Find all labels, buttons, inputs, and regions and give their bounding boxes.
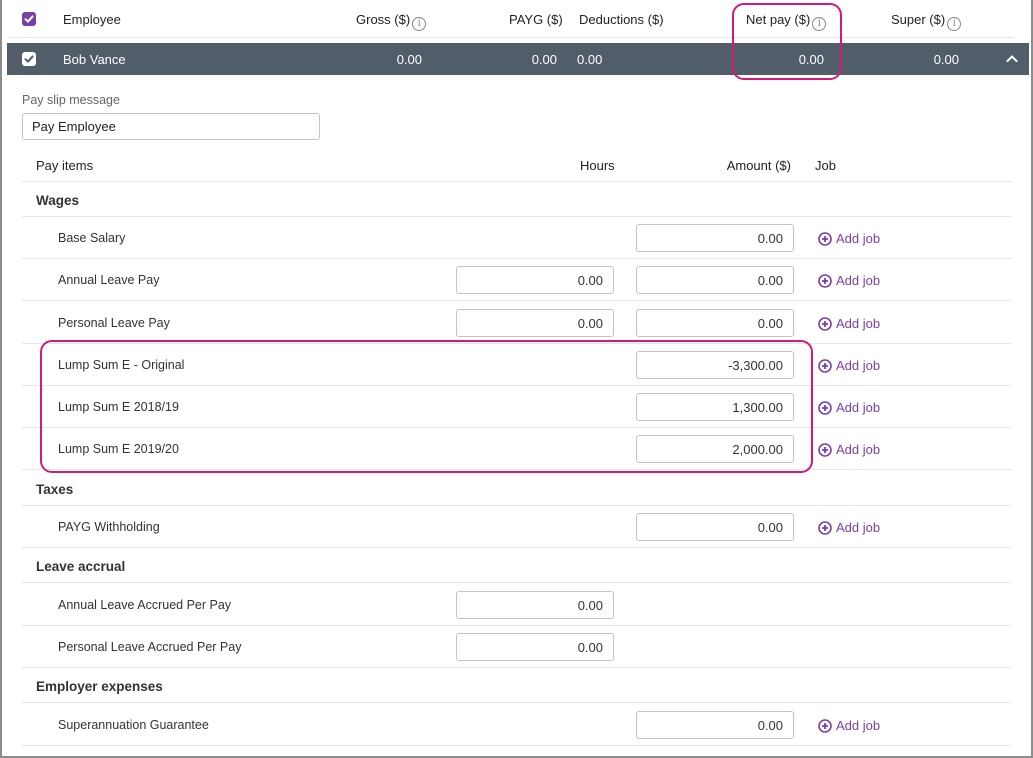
section-taxes: Taxes	[36, 482, 74, 497]
employee-gross: 0.00	[396, 52, 422, 67]
hours-input-annual-leave-accrued[interactable]	[456, 591, 614, 619]
header-divider	[7, 37, 1013, 38]
pay-item-superannuation-guarantee: Superannuation Guarantee	[58, 718, 209, 732]
hours-input-personal-leave-pay[interactable]	[456, 309, 614, 337]
plus-circle-icon	[818, 521, 832, 535]
row-divider	[22, 216, 1011, 217]
section-leave-accrual: Leave accrual	[36, 559, 126, 574]
employee-checkbox[interactable]	[22, 52, 36, 66]
add-job-label: Add job	[836, 273, 881, 288]
row-divider	[22, 258, 1011, 259]
pay-run-panel: Employee Gross ($) i PAYG ($) Deductions …	[0, 0, 1033, 758]
plus-circle-icon	[818, 401, 832, 415]
add-job-button[interactable]: Add job	[818, 273, 880, 288]
add-job-label: Add job	[836, 520, 881, 535]
pay-item-annual-leave-accrued: Annual Leave Accrued Per Pay	[58, 598, 232, 612]
column-header-job: Job	[815, 158, 836, 173]
pay-item-payg-withholding: PAYG Withholding	[58, 520, 160, 534]
add-job-label: Add job	[836, 400, 881, 415]
row-divider	[22, 300, 1011, 301]
hours-input-annual-leave-pay[interactable]	[456, 266, 614, 294]
add-job-button[interactable]: Add job	[818, 520, 880, 535]
amount-input-payg-withholding[interactable]	[636, 513, 794, 541]
row-divider	[22, 702, 1011, 703]
plus-circle-icon	[818, 359, 832, 373]
section-employer-expenses: Employer expenses	[36, 679, 163, 694]
add-job-button[interactable]: Add job	[818, 400, 880, 415]
net-pay-highlight	[732, 3, 842, 80]
pay-item-personal-leave-pay: Personal Leave Pay	[58, 316, 170, 330]
employee-name[interactable]: Bob Vance	[63, 52, 126, 67]
add-job-button[interactable]: Add job	[818, 442, 880, 457]
add-job-label: Add job	[836, 718, 881, 733]
lump-sum-highlight	[40, 340, 813, 473]
add-job-label: Add job	[836, 442, 881, 457]
column-header-deductions: Deductions ($)	[579, 12, 664, 27]
column-header-gross: Gross ($) i	[356, 12, 427, 31]
pay-item-base-salary: Base Salary	[58, 231, 126, 245]
column-header-amount: Amount ($)	[726, 158, 791, 173]
pay-slip-message-input[interactable]	[22, 113, 320, 140]
employee-payg: 0.00	[531, 52, 557, 67]
column-header-super: Super ($) i	[891, 12, 962, 31]
amount-input-annual-leave-pay[interactable]	[636, 266, 794, 294]
plus-circle-icon	[818, 232, 832, 246]
row-divider	[22, 625, 1011, 626]
pay-item-annual-leave-pay: Annual Leave Pay	[58, 273, 160, 287]
checkmark-icon	[24, 55, 34, 63]
add-job-button[interactable]: Add job	[818, 358, 880, 373]
column-header-gross-label: Gross ($)	[356, 12, 411, 27]
add-job-label: Add job	[836, 316, 881, 331]
select-all-checkbox[interactable]	[22, 12, 36, 26]
amount-input-personal-leave-pay[interactable]	[636, 309, 794, 337]
chevron-up-icon[interactable]	[1005, 52, 1019, 66]
column-header-employee: Employee	[63, 12, 121, 27]
employee-row[interactable]: Bob Vance 0.00 0.00 0.00 0.00 0.00	[7, 43, 1029, 75]
plus-circle-icon	[818, 317, 832, 331]
checkmark-icon	[24, 15, 34, 23]
amount-input-superannuation-guarantee[interactable]	[636, 711, 794, 739]
column-header-payg: PAYG ($)	[509, 12, 563, 27]
row-divider	[22, 745, 1011, 746]
info-icon[interactable]: i	[947, 17, 962, 31]
info-icon[interactable]: i	[412, 17, 427, 31]
row-divider	[22, 667, 1011, 668]
add-job-label: Add job	[836, 358, 881, 373]
row-divider	[22, 181, 1011, 182]
add-job-button[interactable]: Add job	[818, 231, 880, 246]
plus-circle-icon	[818, 719, 832, 733]
plus-circle-icon	[818, 274, 832, 288]
column-header-super-label: Super ($)	[891, 12, 946, 27]
add-job-button[interactable]: Add job	[818, 316, 880, 331]
add-job-button[interactable]: Add job	[818, 718, 880, 733]
add-job-label: Add job	[836, 231, 881, 246]
column-header-hours: Hours	[580, 158, 615, 173]
plus-circle-icon	[818, 443, 832, 457]
amount-input-base-salary[interactable]	[636, 224, 794, 252]
column-header-pay-items: Pay items	[36, 158, 94, 173]
employee-deductions: 0.00	[577, 52, 603, 67]
row-divider	[22, 582, 1011, 583]
hours-input-personal-leave-accrued[interactable]	[456, 633, 614, 661]
pay-slip-message-label: Pay slip message	[22, 93, 120, 107]
section-wages: Wages	[36, 193, 80, 208]
row-divider	[22, 547, 1011, 548]
employee-super: 0.00	[933, 52, 959, 67]
pay-item-personal-leave-accrued: Personal Leave Accrued Per Pay	[58, 640, 242, 654]
row-divider	[22, 505, 1011, 506]
